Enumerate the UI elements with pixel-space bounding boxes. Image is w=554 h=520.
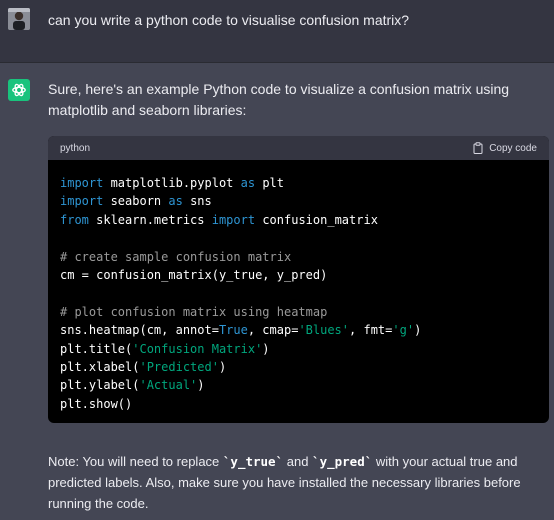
code-line-11: plt.xlabel('Predicted') [60, 360, 227, 375]
code-line-13: plt.show() [60, 396, 133, 411]
code-language-label: python [60, 142, 91, 154]
assistant-intro-text: Sure, here's an example Python code to v… [48, 81, 510, 118]
assistant-message-row: Sure, here's an example Python code to v… [0, 63, 554, 520]
code-line-9: sns.heatmap(cm, annot=True, cmap='Blues'… [60, 323, 422, 338]
copy-code-label: Copy code [489, 142, 537, 154]
assistant-note-text: Note: You will need to replace `y_true` … [48, 454, 521, 511]
code-line-12: plt.ylabel('Actual') [60, 378, 205, 393]
code-line-1: import matplotlib.pyplot as plt [60, 176, 284, 190]
user-message-row: can you write a python code to visualise… [0, 0, 554, 63]
user-message-text: can you write a python code to visualise… [48, 12, 410, 28]
openai-logo-icon [8, 79, 30, 101]
code-line-3: from sklearn.metrics import confusion_ma… [60, 212, 378, 227]
clipboard-icon [473, 142, 483, 154]
user-avatar-icon [8, 8, 30, 30]
code-block-header: python Copy code [48, 136, 549, 160]
code-line-8: # plot confusion matrix using heatmap [60, 304, 328, 319]
openai-logo-glyph [12, 83, 26, 97]
copy-code-button[interactable]: Copy code [473, 142, 537, 154]
inline-code-y-pred: `y_pred` [312, 454, 373, 469]
inline-code-y-true: `y_true` [222, 454, 284, 469]
code-line-10: plt.title('Confusion Matrix') [60, 341, 270, 356]
code-line-5: # create sample confusion matrix [60, 249, 292, 264]
code-line-6: cm = confusion_matrix(y_true, y_pred) [60, 268, 328, 283]
code-block: python Copy code import matplotlib.pyplo… [48, 136, 549, 423]
code-content[interactable]: import matplotlib.pyplot as plt import s… [48, 160, 549, 423]
code-line-2: import seaborn as sns [60, 194, 212, 209]
user-avatar [8, 8, 30, 30]
